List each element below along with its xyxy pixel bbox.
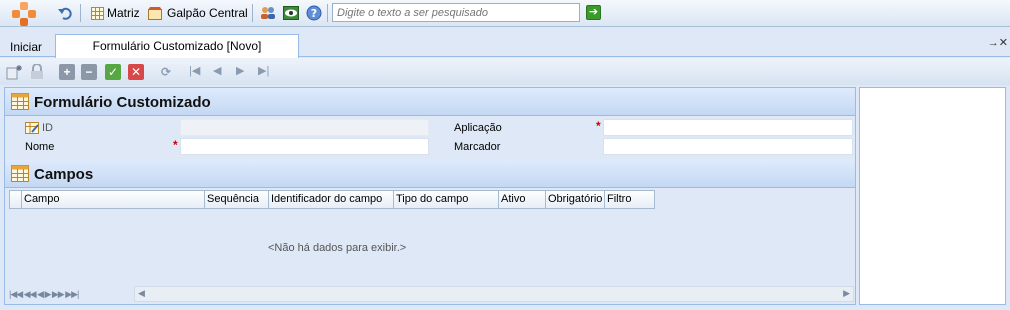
application-label: Aplicação	[454, 122, 502, 134]
search-input[interactable]	[332, 3, 580, 22]
warehouse-selector[interactable]: Galpão Central	[167, 6, 248, 20]
column-header[interactable]: Campo	[21, 190, 205, 209]
branch-selector[interactable]: Matriz	[107, 6, 140, 20]
scroll-right-icon[interactable]: ▶	[843, 288, 850, 299]
side-panel	[859, 87, 1006, 305]
first-record-icon[interactable]: |◀	[189, 64, 200, 77]
name-field[interactable]	[180, 138, 429, 155]
view-eye-icon[interactable]	[282, 4, 300, 22]
column-header[interactable]: Filtro	[604, 190, 655, 209]
application-field[interactable]	[603, 119, 853, 136]
column-header[interactable]: Tipo do campo	[393, 190, 499, 209]
table-icon	[11, 93, 29, 113]
column-header[interactable]: Identificador do campo	[268, 190, 394, 209]
id-field	[180, 119, 429, 136]
separator	[80, 4, 81, 22]
marker-field[interactable]	[603, 138, 853, 155]
tab-custom-form[interactable]: Formulário Customizado [Novo]	[55, 34, 299, 58]
tab-custom-form-label: Formulário Customizado [Novo]	[92, 39, 262, 53]
lock-icon[interactable]	[29, 63, 45, 80]
fields-section-header: Campos	[5, 160, 855, 188]
form-panel: Formulário Customizado ID Aplicação * No…	[4, 87, 856, 305]
confirm-button[interactable]: ✓	[105, 64, 121, 80]
svg-text:?: ?	[311, 7, 317, 20]
top-bar: Matriz Galpão Central ? ➔	[0, 0, 1010, 27]
id-label-group: ID	[25, 122, 53, 134]
refresh-icon[interactable]: ⟳	[158, 64, 174, 80]
id-label: ID	[42, 122, 53, 134]
users-icon[interactable]	[259, 4, 277, 22]
name-required-mark: *	[173, 138, 178, 152]
search-go-button[interactable]: ➔	[586, 5, 601, 20]
new-record-icon[interactable]	[6, 64, 22, 80]
fields-grid: Campo Sequência Identificador do campo T…	[6, 190, 855, 304]
form-section-header: Formulário Customizado	[5, 88, 855, 116]
add-button[interactable]: +	[59, 64, 75, 80]
remove-button[interactable]: −	[81, 64, 97, 80]
application-required-mark: *	[596, 119, 601, 133]
marker-label: Marcador	[454, 141, 501, 153]
scroll-left-icon[interactable]: ◀	[138, 288, 145, 299]
name-label: Nome	[25, 141, 55, 153]
action-toolbar: + − ✓ ✕ ⟳ |◀ ◀ ▶ ▶|	[0, 58, 1010, 85]
id-table-icon	[25, 122, 39, 134]
form-title: Formulário Customizado	[34, 94, 211, 111]
next-record-icon[interactable]: ▶	[236, 64, 244, 77]
warehouse-icon	[146, 4, 164, 22]
empty-grid-message: <Não há dados para exibir.>	[268, 242, 407, 254]
last-record-icon[interactable]: ▶|	[258, 64, 269, 77]
grid-pager[interactable]: |◀◀ ◀◀ ◀ ▶ ▶▶ ▶▶|	[9, 289, 79, 300]
horizontal-scrollbar[interactable]: ◀ ▶	[134, 286, 854, 302]
separator	[252, 4, 253, 22]
close-tabs-icon[interactable]: →✕	[988, 36, 1008, 49]
help-icon[interactable]: ?	[305, 4, 323, 22]
separator	[327, 4, 328, 22]
previous-record-icon[interactable]: ◀	[213, 64, 221, 77]
column-header[interactable]: Sequência	[204, 190, 269, 209]
cancel-button[interactable]: ✕	[128, 64, 144, 80]
table-icon	[11, 165, 29, 185]
grid-icon	[88, 4, 106, 22]
undo-icon[interactable]	[56, 4, 74, 22]
column-header[interactable]: Obrigatório	[545, 190, 605, 209]
column-header[interactable]: Ativo	[498, 190, 546, 209]
fields-section-title: Campos	[34, 166, 94, 183]
tab-bar: Iniciar Formulário Customizado [Novo] →✕	[0, 27, 1010, 58]
start-tab[interactable]: Iniciar	[10, 40, 42, 54]
